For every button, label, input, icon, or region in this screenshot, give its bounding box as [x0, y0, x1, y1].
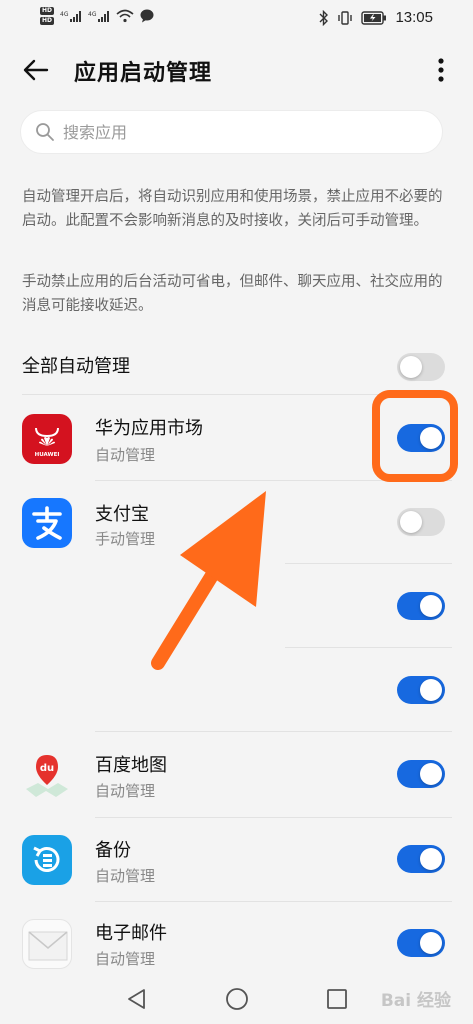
toggle-knob — [420, 679, 442, 701]
status-left: HD HD 4G 4G — [40, 7, 154, 25]
alipay-icon — [22, 498, 72, 548]
toggle-knob — [420, 848, 442, 870]
nav-home-button[interactable] — [224, 986, 250, 1012]
more-options-button[interactable] — [423, 52, 459, 88]
svg-text:du: du — [40, 763, 54, 774]
nav-back-button[interactable] — [124, 986, 150, 1012]
battery-icon — [361, 10, 387, 25]
app-toggle-email[interactable] — [397, 929, 445, 957]
svg-text:HUAWEI: HUAWEI — [35, 452, 60, 458]
app-name: 电子邮件 — [95, 923, 167, 944]
huawei-appgallery-icon: HUAWEI — [22, 414, 72, 464]
app-row-baidu-map[interactable]: du 百度地图 自动管理 — [0, 733, 473, 817]
description-auto-manage: 自动管理开启后，将自动识别应用和使用场景，禁止应用不必要的启动。此配置不会影响新… — [22, 189, 443, 229]
triangle-back-icon — [128, 989, 145, 1009]
toggle-knob — [420, 763, 442, 785]
divider — [285, 647, 452, 648]
nav-recents-button[interactable] — [324, 986, 350, 1012]
app-mode: 自动管理 — [95, 782, 156, 800]
toggle-knob — [420, 932, 442, 954]
all-auto-manage-label: 全部自动管理 — [22, 356, 130, 377]
back-button[interactable] — [18, 52, 54, 88]
all-auto-manage-row: 全部自动管理 — [0, 340, 473, 394]
app-toggle-backup[interactable] — [397, 845, 445, 873]
divider — [95, 817, 452, 818]
hd-badges: HD HD — [40, 7, 55, 25]
message-icon — [140, 9, 154, 23]
app-toggle-baidu-map[interactable] — [397, 760, 445, 788]
toggle-knob — [400, 356, 422, 378]
app-name: 备份 — [95, 840, 131, 861]
wifi-icon — [116, 9, 134, 23]
search-input[interactable] — [63, 122, 423, 142]
signal-icon-1: 4G — [60, 11, 82, 22]
signal-icon-2: 4G — [88, 11, 110, 22]
baidu-map-icon: du — [22, 751, 72, 801]
toggle-knob — [400, 511, 422, 533]
annotation-highlight-box — [372, 390, 458, 482]
description-manual-manage: 手动禁止应用的后台活动可省电，但邮件、聊天应用、社交应用的消息可能接收延迟。 — [22, 274, 443, 314]
app-toggle-obscured-1[interactable] — [397, 592, 445, 620]
app-mode: 自动管理 — [95, 867, 156, 885]
more-vertical-icon — [438, 58, 444, 82]
divider — [285, 563, 452, 564]
email-icon — [22, 919, 72, 969]
system-nav-bar: Bai 经验 — [0, 972, 473, 1024]
page-title: 应用启动管理 — [74, 61, 213, 86]
backup-icon — [22, 835, 72, 885]
app-row-backup[interactable]: 备份 自动管理 — [0, 819, 473, 903]
app-name: 华为应用市场 — [95, 418, 203, 439]
status-right: 13:05 — [319, 9, 433, 26]
status-bar: HD HD 4G 4G 13:05 — [0, 0, 473, 38]
search-bar[interactable] — [20, 110, 443, 154]
all-auto-manage-toggle[interactable] — [397, 353, 445, 381]
watermark: Bai 经验 — [380, 991, 451, 1011]
bluetooth-icon — [319, 9, 329, 26]
annotation-arrow — [151, 491, 266, 670]
circle-home-icon — [226, 988, 248, 1010]
app-mode: 自动管理 — [95, 446, 156, 464]
hd-badge-2: HD — [40, 17, 55, 25]
hd-badge-1: HD — [40, 7, 55, 15]
app-mode: 自动管理 — [95, 950, 156, 968]
toggle-knob — [420, 595, 442, 617]
status-time: 13:05 — [395, 9, 433, 26]
arrow-left-icon — [23, 59, 49, 81]
app-name: 百度地图 — [95, 755, 167, 776]
app-toggle-alipay[interactable] — [397, 508, 445, 536]
svg-text:4G: 4G — [88, 11, 97, 18]
app-toggle-obscured-2[interactable] — [397, 676, 445, 704]
divider — [95, 901, 452, 902]
divider — [95, 731, 452, 732]
svg-text:4G: 4G — [60, 11, 69, 18]
search-icon — [36, 123, 54, 141]
app-row-email[interactable]: 电子邮件 自动管理 — [0, 903, 473, 973]
square-recents-icon — [327, 989, 347, 1009]
vibrate-icon — [338, 10, 353, 25]
app-header: 应用启动管理 — [0, 38, 473, 102]
